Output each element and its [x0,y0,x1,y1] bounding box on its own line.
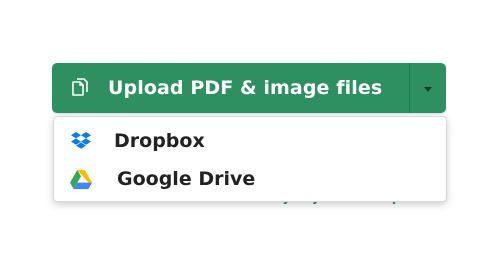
google-drive-icon [70,168,92,190]
upload-dropdown-toggle[interactable] [410,63,446,113]
upload-button-group: Upload PDF & image files [52,63,446,113]
menu-item-label: Dropbox [114,130,205,152]
files-icon [68,76,92,100]
upload-button-label: Upload PDF & image files [108,77,383,99]
upload-files-button[interactable]: Upload PDF & image files [52,63,409,113]
menu-item-google-drive[interactable]: Google Drive [54,160,446,198]
upload-source-menu: Dropbox Google Drive [53,116,447,202]
dropbox-icon [70,130,92,152]
menu-item-label: Google Drive [117,168,256,190]
caret-down-icon [424,86,432,92]
menu-item-dropbox[interactable]: Dropbox [54,122,446,160]
